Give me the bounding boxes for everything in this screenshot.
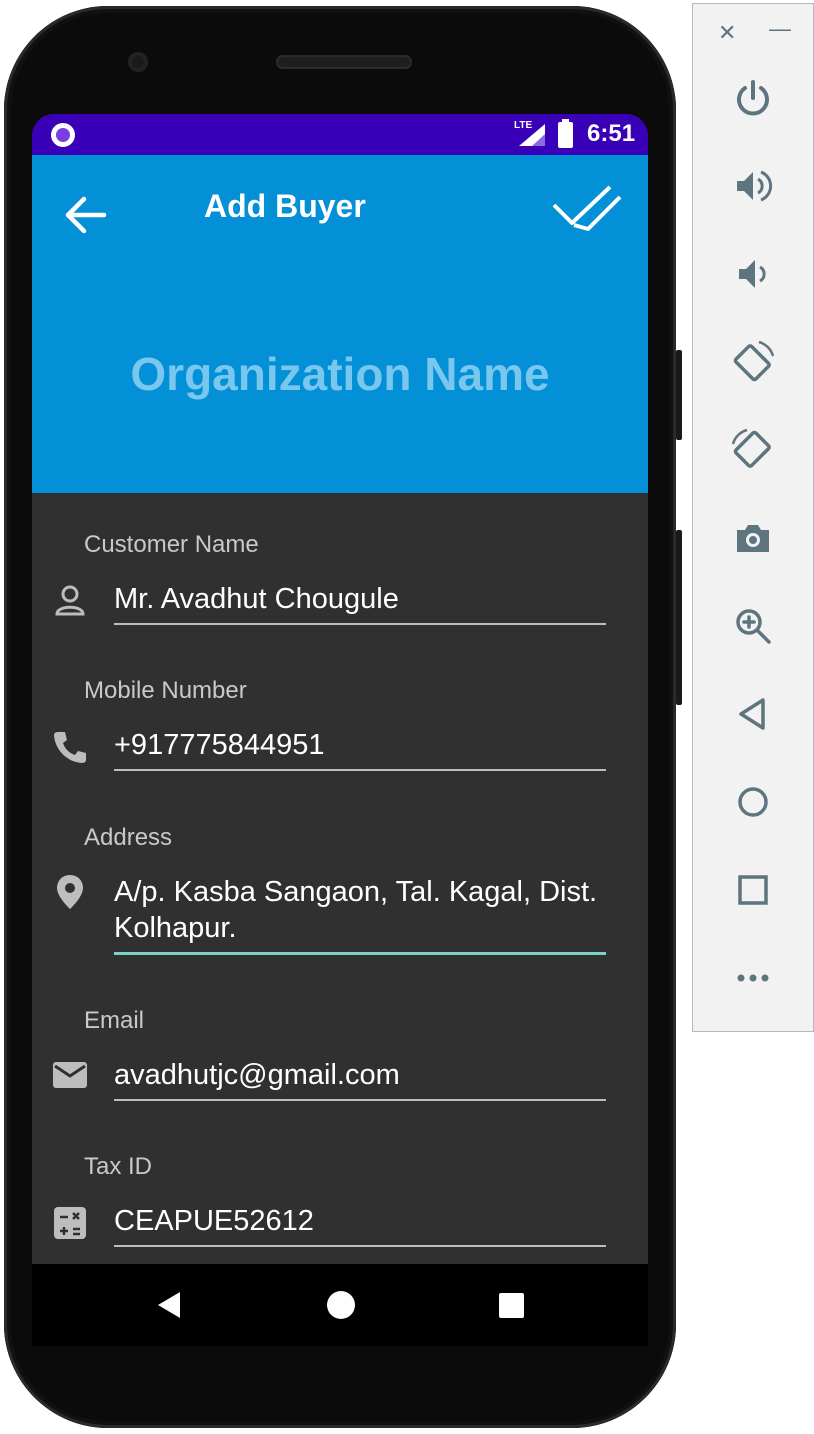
front-camera [128,52,148,72]
field-label: Tax ID [84,1153,153,1180]
app-bar: Add Buyer Organization Name [32,155,648,493]
close-icon[interactable]: ✕ [718,20,736,46]
back-button[interactable] [60,189,112,241]
rotate-left-button[interactable] [725,334,781,390]
rotate-right-icon [731,428,771,468]
volume-down-button[interactable] [725,246,781,302]
minimize-icon[interactable]: — [769,16,791,42]
emulator-overview-button[interactable] [725,862,781,918]
field-label: Mobile Number [84,677,247,704]
more-options-button[interactable] [725,950,781,1006]
calculator-icon [54,1207,86,1239]
volume-up-button[interactable] [725,158,781,214]
back-icon [739,698,765,730]
more-icon [737,974,769,982]
address-input[interactable]: A/p. Kasba Sangaon, Tal. Kagal, Dist. Ko… [114,874,606,955]
mobile-number-input[interactable]: +917775844951 [114,727,606,771]
person-icon [55,585,85,616]
emulator-home-button[interactable] [725,774,781,830]
volume-up-icon [737,170,773,202]
field-label: Address [84,824,173,851]
field-label: Customer Name [84,531,259,558]
power-button[interactable] [725,70,781,126]
status-time: 6:51 [587,120,636,147]
back-triangle-icon[interactable] [156,1290,182,1320]
emulator-toolbar: ✕ — [692,3,814,1032]
rotate-right-button[interactable] [725,422,781,478]
zoom-icon [736,609,771,644]
overview-icon [738,875,768,905]
email-input[interactable]: avadhutjc@gmail.com [114,1057,606,1101]
earpiece-speaker [276,55,412,69]
save-button[interactable] [550,181,626,235]
battery-icon [558,119,573,148]
phone-screen: LTE 6:51 Add Buyer Organization Name Cus… [32,114,648,1264]
screenshot-button[interactable] [725,510,781,566]
rotate-left-icon [733,340,775,382]
navigation-bar [32,1264,648,1346]
home-circle-icon[interactable] [326,1290,356,1320]
page-title: Add Buyer [204,188,366,224]
power-side-button [676,530,682,705]
arrow-back-icon [65,196,107,234]
location-pin-icon [57,875,83,909]
mail-icon [53,1062,87,1088]
zoom-button[interactable] [725,598,781,654]
customer-name-input[interactable]: Mr. Avadhut Chougule [114,581,606,625]
home-icon [738,787,768,817]
power-icon [737,80,769,116]
phone-icon [54,732,86,763]
double-check-icon [552,185,622,231]
status-bar: LTE 6:51 [32,114,648,155]
organization-name: Organization Name [130,348,550,400]
camera-icon [737,525,769,552]
recents-square-icon[interactable] [498,1290,524,1320]
field-label: Email [84,1007,145,1034]
tax-id-input[interactable]: CEAPUE52612 [114,1203,606,1247]
signal-icon [519,124,545,146]
volume-down-icon [739,260,766,288]
emulator-back-button[interactable] [725,686,781,742]
volume-side-button [676,350,682,440]
notification-icon [51,123,75,147]
